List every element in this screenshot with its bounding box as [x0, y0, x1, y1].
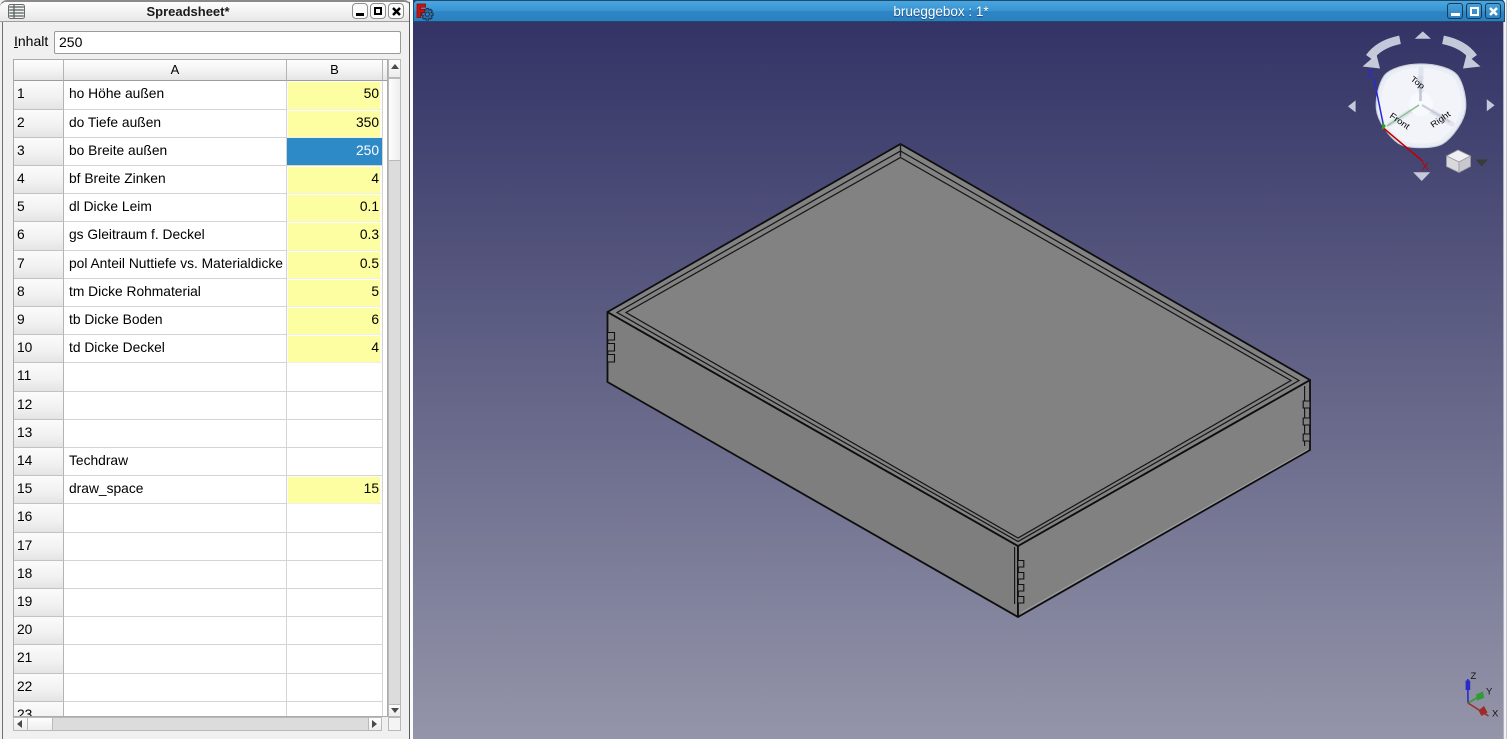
svg-text:X: X [1492, 709, 1499, 720]
svg-text:Z: Z [1367, 69, 1374, 81]
svg-text:Z: Z [1471, 671, 1477, 682]
svg-text:Y: Y [1486, 687, 1493, 698]
svg-text:X: X [1422, 161, 1430, 173]
